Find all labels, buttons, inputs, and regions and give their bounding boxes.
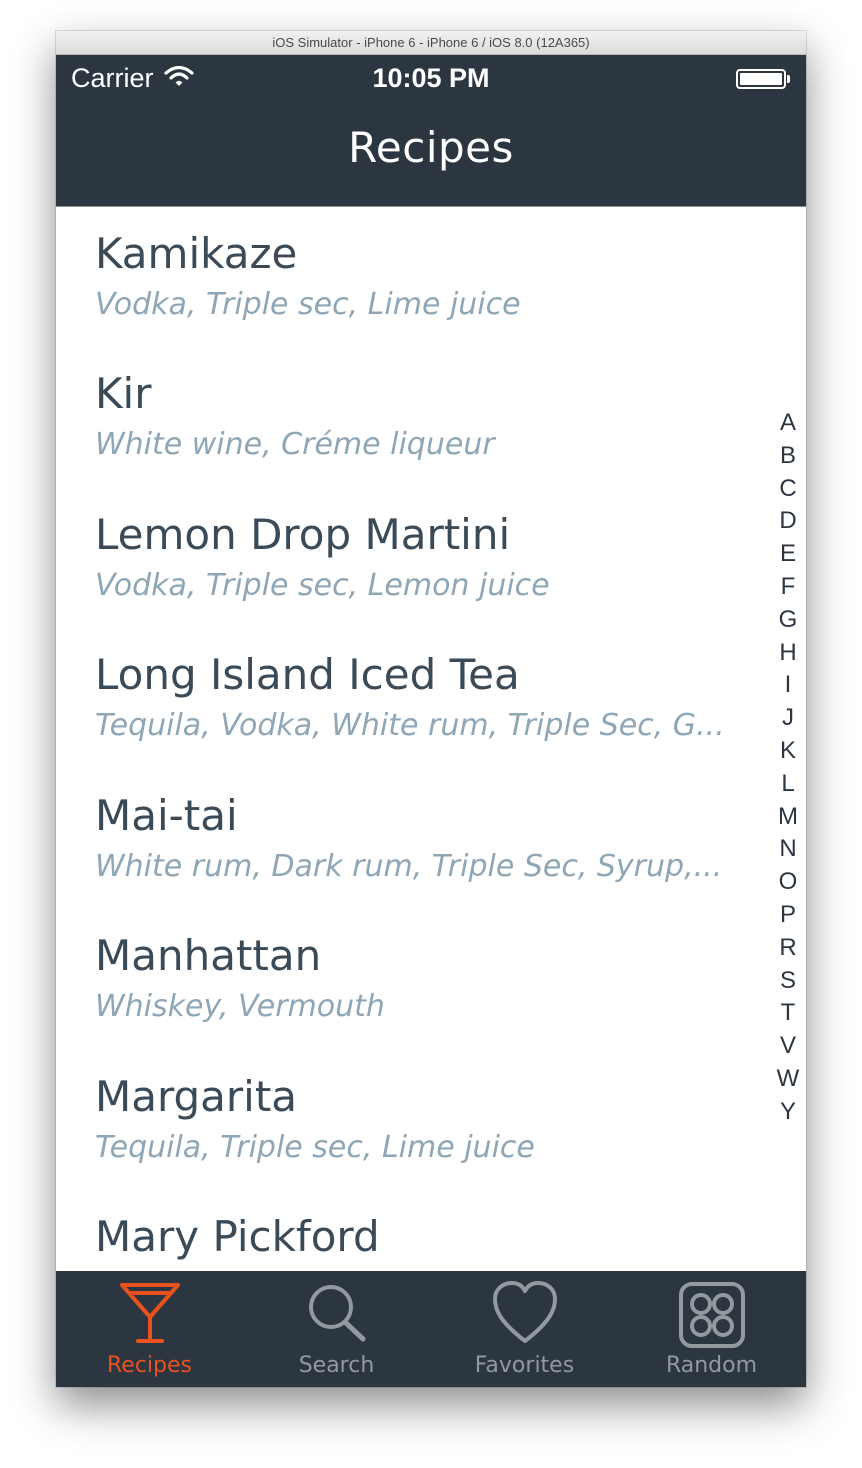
index-letter[interactable]: O — [768, 866, 806, 899]
list-item[interactable]: Mary Pickford — [95, 1190, 755, 1271]
index-letter[interactable]: N — [768, 833, 806, 866]
index-letter[interactable]: E — [768, 538, 806, 571]
index-letter[interactable]: V — [768, 1030, 806, 1063]
tab-label: Random — [665, 1353, 758, 1378]
recipe-ingredients: Vodka, Triple sec, Lime juice — [95, 287, 521, 322]
tab-label: Search — [298, 1353, 375, 1378]
list-item[interactable]: Lemon Drop Martini Vodka, Triple sec, Le… — [95, 488, 755, 628]
recipe-ingredients: White wine, Créme liqueur — [95, 427, 495, 462]
page-title: Recipes — [348, 123, 514, 172]
recipe-ingredients: White rum, Dark rum, Triple Sec, Syrup,.… — [95, 849, 723, 884]
tab-random[interactable]: Random — [618, 1271, 805, 1387]
recipe-ingredients: Vodka, Triple sec, Lemon juice — [95, 568, 550, 603]
index-letter[interactable]: M — [768, 801, 806, 834]
index-letter[interactable]: L — [768, 768, 806, 801]
index-letter[interactable]: I — [768, 669, 806, 702]
list-item[interactable]: Manhattan Whiskey, Vermouth — [95, 909, 755, 1049]
recipe-name: Mai-tai — [95, 791, 238, 840]
recipe-name: Kir — [95, 369, 152, 418]
list-item[interactable]: Mai-tai White rum, Dark rum, Triple Sec,… — [95, 769, 755, 909]
list-item[interactable]: Kamikaze Vodka, Triple sec, Lime juice — [95, 207, 755, 347]
tab-label: Recipes — [106, 1353, 192, 1378]
list-item[interactable]: Kir White wine, Créme liqueur — [95, 347, 755, 487]
magnifier-icon — [305, 1281, 369, 1349]
simulator-window: iOS Simulator - iPhone 6 - iPhone 6 / iO… — [56, 31, 806, 1387]
recipe-name: Margarita — [95, 1072, 298, 1121]
battery-icon — [736, 69, 790, 89]
index-letter[interactable]: Y — [768, 1096, 806, 1129]
section-index[interactable]: ABCDEFGHIJKLMNOPRSTVWY — [768, 407, 806, 1129]
recipe-list[interactable]: Kamikaze Vodka, Triple sec, Lime juice K… — [56, 207, 806, 1271]
tab-label: Favorites — [474, 1353, 575, 1378]
recipe-ingredients: Tequila, Triple sec, Lime juice — [95, 1130, 535, 1165]
index-letter[interactable]: B — [768, 440, 806, 473]
recipe-ingredients: Tequila, Vodka, White rum, Triple Sec, G… — [95, 708, 725, 743]
recipe-name: Kamikaze — [95, 229, 298, 278]
tab-recipes[interactable]: Recipes — [56, 1271, 243, 1387]
list-item[interactable]: Margarita Tequila, Triple sec, Lime juic… — [95, 1050, 755, 1190]
recipe-name: Manhattan — [95, 931, 322, 980]
index-letter[interactable]: J — [768, 702, 806, 735]
index-letter[interactable]: A — [768, 407, 806, 440]
dice-icon — [678, 1281, 746, 1353]
recipe-name: Lemon Drop Martini — [95, 510, 511, 559]
cocktail-glass-icon — [118, 1281, 182, 1349]
index-letter[interactable]: R — [768, 932, 806, 965]
recipe-name: Long Island Iced Tea — [95, 650, 520, 699]
index-letter[interactable]: W — [768, 1063, 806, 1096]
index-letter[interactable]: S — [768, 965, 806, 998]
index-letter[interactable]: D — [768, 505, 806, 538]
recipe-name: Mary Pickford — [95, 1212, 380, 1261]
heart-icon — [491, 1281, 559, 1349]
index-letter[interactable]: T — [768, 997, 806, 1030]
navigation-bar: Carrier 10:05 PM Recipes — [56, 55, 806, 207]
index-letter[interactable]: K — [768, 735, 806, 768]
tab-bar: Recipes Search Favorites Random — [56, 1271, 806, 1387]
index-letter[interactable]: F — [768, 571, 806, 604]
index-letter[interactable]: G — [768, 604, 806, 637]
tab-favorites[interactable]: Favorites — [431, 1271, 618, 1387]
list-item[interactable]: Long Island Iced Tea Tequila, Vodka, Whi… — [95, 628, 755, 768]
simulator-title-bar: iOS Simulator - iPhone 6 - iPhone 6 / iO… — [56, 31, 806, 55]
recipe-ingredients: Whiskey, Vermouth — [95, 989, 385, 1024]
index-letter[interactable]: C — [768, 473, 806, 506]
status-time: 10:05 PM — [372, 63, 490, 93]
index-letter[interactable]: H — [768, 637, 806, 670]
phone-screen: Carrier 10:05 PM Recipes Kamikaze Vodka,… — [56, 55, 806, 1387]
tab-search[interactable]: Search — [243, 1271, 430, 1387]
index-letter[interactable]: P — [768, 899, 806, 932]
